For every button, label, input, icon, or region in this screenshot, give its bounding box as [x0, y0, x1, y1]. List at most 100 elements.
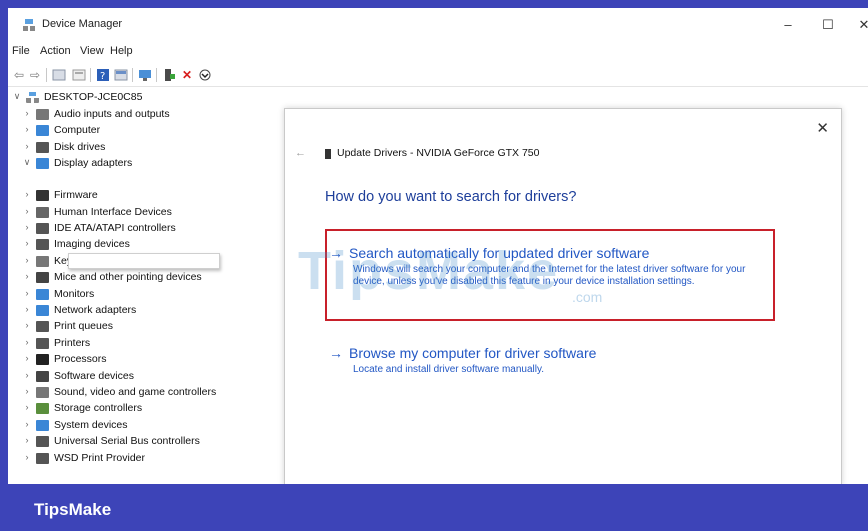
dialog-close-button[interactable]: ✕ [816, 119, 829, 137]
tree-item-system-devices[interactable]: › System devices [22, 418, 272, 434]
tree-item-wsd-print-provider[interactable]: › WSD Print Provider [22, 451, 272, 467]
sound-icon [36, 387, 49, 398]
tree-root[interactable]: ∨ DESKTOP-JCE0C85 [12, 90, 212, 106]
menu-file[interactable]: File [12, 45, 30, 57]
chevron-right-icon[interactable]: › [22, 320, 32, 330]
tree-item-label: Imaging devices [54, 238, 130, 251]
device-manager-icon [23, 19, 35, 31]
computer-icon [36, 125, 49, 137]
tree-item-label: Print queues [54, 320, 113, 333]
tree-item-universal-serial-bus-controllers[interactable]: › Universal Serial Bus controllers [22, 434, 272, 450]
uninstall-icon[interactable]: ✕ [180, 68, 194, 82]
brand-bar: TipsMake [0, 484, 868, 531]
tree-item-label: Software devices [54, 369, 134, 382]
browse-computer-option[interactable]: → Browse my computer for driver software … [329, 345, 753, 376]
scan-icon[interactable] [198, 68, 212, 82]
update-driver-icon[interactable] [162, 68, 176, 82]
chevron-right-icon[interactable]: › [22, 419, 32, 429]
chevron-right-icon[interactable]: › [22, 255, 32, 265]
toolbar-separator [156, 68, 157, 82]
menu-help[interactable]: Help [110, 45, 133, 57]
tree-item-label: Network adapters [54, 304, 137, 316]
tree-item-label: WSD Print Provider [54, 451, 146, 464]
chevron-right-icon[interactable]: › [22, 386, 32, 396]
toolbar-separator [90, 68, 91, 82]
printer-icon [36, 337, 49, 349]
monitor-icon[interactable] [138, 68, 152, 82]
chevron-right-icon[interactable]: › [22, 337, 32, 347]
menu-view[interactable]: View [80, 45, 104, 57]
tree-item-imaging-devices[interactable]: › Imaging devices [22, 237, 272, 253]
tree-item-label: Disk drives [54, 140, 106, 153]
toolbar-separator [46, 68, 47, 82]
chevron-right-icon[interactable]: › [22, 108, 32, 118]
tree-item-human-interface-devices[interactable]: › Human Interface Devices [22, 205, 272, 221]
show-hidden-icon[interactable] [72, 68, 86, 82]
tree-item-mice-and-other-pointing-devices[interactable]: › Mice and other pointing devices [22, 270, 272, 286]
tree-item-ide-ata-atapi-controllers[interactable]: › IDE ATA/ATAPI controllers [22, 221, 272, 237]
chevron-right-icon[interactable]: › [22, 353, 32, 363]
maximize-button[interactable]: ☐ [808, 12, 848, 38]
tree-item-monitors[interactable]: › Monitors [22, 287, 272, 303]
option2-title[interactable]: → Browse my computer for driver software [329, 345, 753, 361]
chevron-right-icon[interactable]: › [22, 288, 32, 298]
dialog-back-button[interactable]: ← [295, 147, 306, 159]
forward-icon[interactable]: ⇨ [28, 68, 42, 82]
tree-item-storage-controllers[interactable]: › Storage controllers [22, 401, 272, 417]
tree-item-software-devices[interactable]: › Software devices [22, 369, 272, 385]
tree-item-firmware[interactable]: › Firmware [22, 188, 272, 204]
mouse-icon [36, 272, 49, 284]
chevron-right-icon[interactable]: › [22, 435, 32, 445]
keyboard-icon [36, 255, 49, 267]
view-icon[interactable] [114, 68, 128, 82]
usb-icon [36, 436, 49, 448]
tree-item-print-queues[interactable]: › Print queues [22, 319, 272, 335]
gpu-device-icon [325, 149, 331, 159]
chevron-right-icon[interactable]: › [22, 304, 32, 314]
tree-item-computer[interactable]: › Computer [22, 123, 272, 139]
processor-icon [36, 354, 49, 366]
tree-item-audio-inputs-and-outputs[interactable]: › Audio inputs and outputs [22, 107, 272, 123]
chevron-down-icon[interactable]: ∨ [12, 91, 22, 102]
menu-bar: File Action View Help [8, 42, 868, 62]
chevron-right-icon[interactable]: › [22, 222, 32, 232]
tree-item-display-adapters[interactable]: ∨ Display adapters [22, 156, 272, 172]
arrow-right-icon: → [329, 345, 343, 361]
system-icon [36, 419, 49, 431]
tree-item-label: Universal Serial Bus controllers [54, 435, 200, 448]
tree-item-printers[interactable]: › Printers [22, 336, 272, 352]
chevron-right-icon[interactable]: › [22, 370, 32, 380]
properties-icon[interactable] [52, 68, 66, 82]
menu-action[interactable]: Action [40, 45, 71, 57]
chevron-right-icon[interactable]: › [22, 238, 32, 248]
tree-item-label: Processors [54, 353, 107, 366]
tree-root-label: DESKTOP-JCE0C85 [44, 91, 143, 103]
tree-item-label: Printers [54, 336, 91, 349]
chevron-right-icon[interactable]: › [22, 271, 32, 281]
back-icon[interactable]: ⇦ [12, 68, 26, 82]
ide-icon [36, 223, 49, 234]
tree-item-label: Firmware [54, 189, 98, 202]
minimize-button[interactable]: – [768, 12, 808, 38]
chevron-right-icon[interactable]: › [22, 402, 32, 412]
tree-item-sound-video-and-game-controllers[interactable]: › Sound, video and game controllers [22, 385, 272, 401]
chevron-right-icon[interactable]: › [22, 452, 32, 462]
tree-item-label: Monitors [54, 287, 95, 300]
audio-icon [36, 109, 49, 120]
chevron-right-icon[interactable]: › [22, 189, 32, 199]
chevron-right-icon[interactable]: › [22, 141, 32, 151]
close-button[interactable]: ✕ [844, 12, 868, 38]
tree-item-processors[interactable]: › Processors [22, 352, 272, 368]
device-tree: ∨ DESKTOP-JCE0C85 › Audio inputs and outp… [8, 88, 288, 484]
wsd-printer-icon [36, 452, 49, 464]
tree-item-disk-drives[interactable]: › Disk drives [22, 140, 272, 156]
display-adapter-child[interactable] [68, 253, 220, 269]
chevron-right-icon[interactable]: › [22, 206, 32, 216]
hid-icon [36, 206, 49, 218]
chevron-down-icon[interactable]: ∨ [22, 157, 32, 168]
disk-icon [36, 141, 49, 153]
tree-item-label: System devices [54, 418, 128, 431]
help-icon[interactable]: ? [96, 68, 110, 82]
chevron-right-icon[interactable]: › [22, 124, 32, 134]
tree-item-network-adapters[interactable]: › Network adapters [22, 303, 272, 319]
